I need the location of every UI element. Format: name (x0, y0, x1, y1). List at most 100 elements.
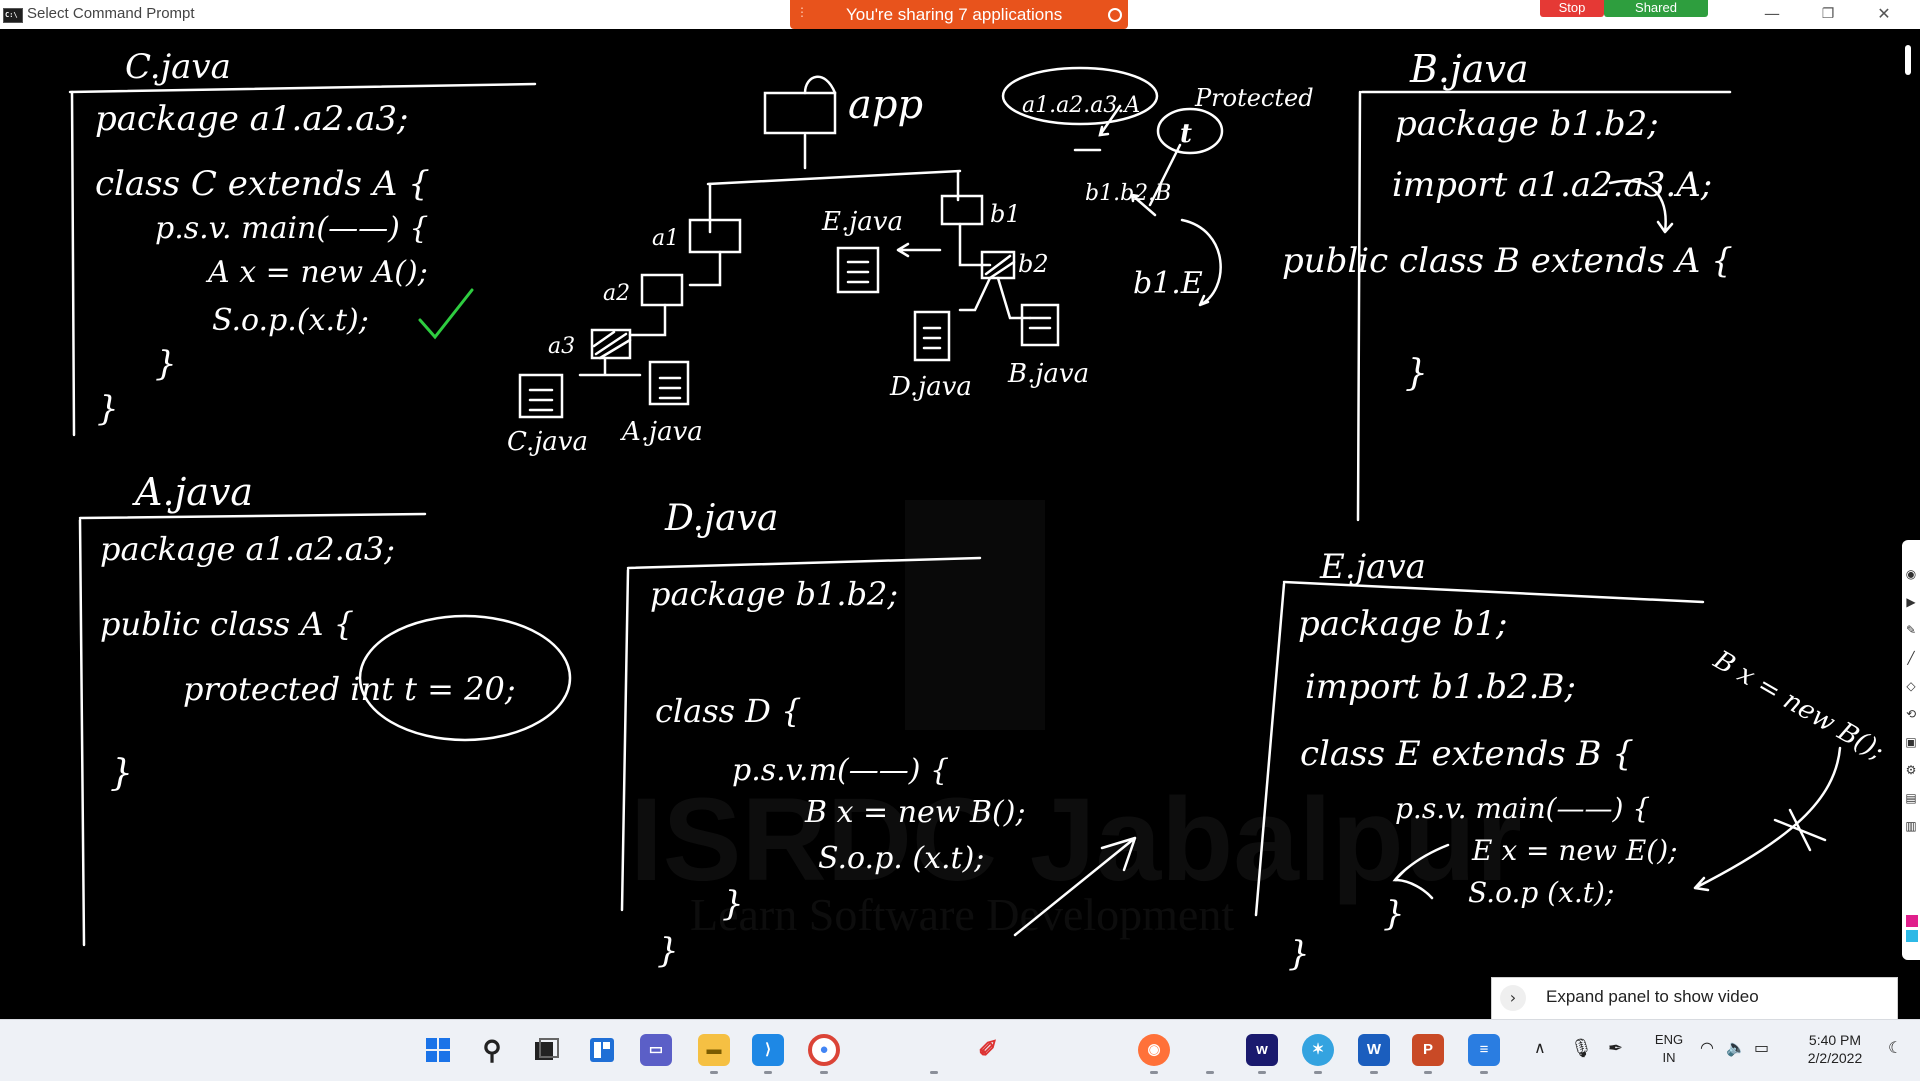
cyan-color-swatch[interactable] (1906, 930, 1918, 942)
tree-b1-label: b1 (990, 200, 1021, 228)
c-java-line-1: package a1.a2.a3; (95, 99, 408, 139)
focus-assist-icon[interactable]: ☾ (1888, 1038, 1902, 1057)
b-java-line-2: import a1.a2.a3.A; (1392, 165, 1712, 205)
running-indicator (1314, 1071, 1322, 1074)
tree-e-file-lines (846, 260, 870, 284)
clock-time: 5:40 PM (1808, 1032, 1862, 1048)
note-b-class: b1.b2.B (1085, 181, 1171, 206)
language-region: IN (1662, 1050, 1676, 1065)
whiteboard-canvas[interactable]: ISRDC Jabalpur Learn Software Developmen… (0, 29, 1900, 1019)
chevron-right-icon[interactable]: › (1500, 985, 1526, 1011)
paint-icon[interactable]: ✐ (972, 1034, 1004, 1066)
d-java-line-7: } (657, 931, 679, 971)
tree-c-file-label: C.java (507, 427, 588, 457)
c-java-line-5: S.o.p.(x.t); (212, 303, 369, 338)
tree-a2-label: a2 (603, 281, 630, 306)
a-java-line-2: public class A { (100, 605, 354, 643)
a-java-box-top (78, 512, 427, 520)
wifi-icon[interactable]: ◠ (1700, 1038, 1714, 1057)
magenta-color-swatch[interactable] (1906, 915, 1918, 927)
running-indicator (930, 1071, 938, 1074)
note-t: t (1180, 119, 1192, 149)
a-java-line-4: } (110, 753, 133, 794)
running-indicator (1206, 1071, 1214, 1074)
b-java-title: B.java (1409, 47, 1529, 91)
tree-e-file (836, 246, 880, 294)
drag-handle-icon[interactable]: ⋮ (796, 5, 808, 19)
d-java-line-6: } (722, 884, 744, 924)
tree-d-file-lines (922, 326, 942, 350)
c-java-box-left (70, 90, 76, 437)
tree-a3-children (578, 356, 642, 377)
e-java-code: E.java package b1; import b1.b2.B; class… (1288, 547, 1678, 974)
tree-a1-folder (688, 218, 742, 254)
firefox-icon[interactable]: ◉ (1138, 1034, 1170, 1066)
d-java-line-4: B x = new B(); (804, 795, 1026, 830)
watermark-subtitle: Learn Software Development (690, 889, 1234, 940)
watermark-logo-shape (905, 500, 1045, 730)
running-indicator (1424, 1071, 1432, 1074)
battery-icon[interactable]: ▭ (1754, 1038, 1769, 1057)
e-java-line-1: package b1; (1298, 604, 1508, 644)
close-button[interactable]: ✕ (1872, 2, 1896, 26)
sharing-indicator-icon[interactable] (1108, 8, 1122, 22)
windows-start-icon[interactable] (422, 1034, 454, 1066)
cmd-icon: C:\ (3, 8, 23, 23)
chrome-icon[interactable]: ● (808, 1034, 840, 1066)
c-java-line-4: A x = new A(); (205, 255, 428, 290)
task-view-icon[interactable] (530, 1034, 562, 1066)
c-java-title: C.java (125, 47, 231, 87)
b-java-line-1: package b1.b2; (1395, 104, 1659, 144)
e-java-line-4: p.s.v. main(——) { (1395, 792, 1650, 825)
note-protected: Protected (1194, 84, 1314, 112)
language-code: ENG (1654, 1032, 1684, 1047)
e-java-line-7: } (1383, 894, 1405, 934)
shared-status-badge[interactable]: Shared (1604, 0, 1708, 17)
d-java-box-left (620, 568, 630, 912)
network-app-icon[interactable]: ✶ (1302, 1034, 1334, 1066)
tree-a3-hatch (592, 330, 632, 360)
tree-a-file-label: A.java (620, 417, 703, 447)
pen-tool-icons[interactable]: ◉ ▶ ✎ ╱ ◇ ⟲ ▣ ⚙ ▤ ▥ (1904, 560, 1918, 840)
volume-icon[interactable]: 🔈 (1726, 1038, 1746, 1057)
stop-sharing-button[interactable]: Stop (1540, 0, 1604, 17)
side-note-arrow (1693, 746, 1842, 892)
tree-b2-label: b2 (1018, 250, 1049, 278)
notepad-icon[interactable]: ≡ (1468, 1034, 1500, 1066)
language-indicator[interactable]: ENG IN (1652, 1031, 1686, 1067)
system-clock[interactable]: 5:40 PM 2/2/2022 (1790, 1031, 1880, 1067)
running-indicator (1370, 1071, 1378, 1074)
powerpoint-icon[interactable]: P (1412, 1034, 1444, 1066)
microphone-icon[interactable]: 🎙 (1570, 1038, 1593, 1059)
e-java-line-3: class E extends B { (1300, 734, 1634, 774)
a-java-title: A.java (132, 470, 253, 514)
check-mark-icon (418, 288, 474, 340)
tree-e-file-label: E.java (821, 207, 903, 237)
widgets-icon[interactable] (586, 1034, 618, 1066)
vscode-icon[interactable]: ⟩ (752, 1034, 784, 1066)
c-java-line-3: p.s.v. main(——) { (155, 211, 428, 246)
d-java-line-3: p.s.v.m(——) { (732, 753, 949, 788)
e-java-line-5: E x = new E(); (1471, 834, 1678, 867)
word-icon[interactable]: W (1358, 1034, 1390, 1066)
c-java-line-6: } (155, 344, 177, 384)
b-java-line-3: public class B extends A { (1282, 241, 1733, 281)
note-a-class: a1.a2.a3.A (1022, 93, 1140, 118)
scroll-thumb[interactable] (1905, 45, 1911, 75)
file-explorer-icon[interactable]: ▬ (698, 1034, 730, 1066)
d-java-line-2: class D { (655, 692, 801, 730)
search-icon[interactable]: ⚲ (476, 1034, 508, 1066)
chevron-up-icon[interactable]: ∧ (1534, 1038, 1546, 1057)
app-icon[interactable]: w (1246, 1034, 1278, 1066)
minimize-button[interactable]: — (1760, 2, 1784, 26)
b-java-box-left (1356, 90, 1362, 522)
a-java-box-left (78, 518, 86, 947)
tree-b-file-lines (1028, 316, 1052, 330)
tree-b2-hatch (984, 254, 1016, 280)
e-java-title: E.java (1319, 547, 1426, 587)
tree-b-file-label: B.java (1007, 359, 1089, 389)
tree-b1-to-e-arrow (896, 242, 942, 258)
pen-icon[interactable]: ✒ (1608, 1038, 1623, 1059)
restore-button[interactable]: ❐ (1816, 2, 1840, 26)
teams-chat-icon[interactable]: ▭ (640, 1034, 672, 1066)
